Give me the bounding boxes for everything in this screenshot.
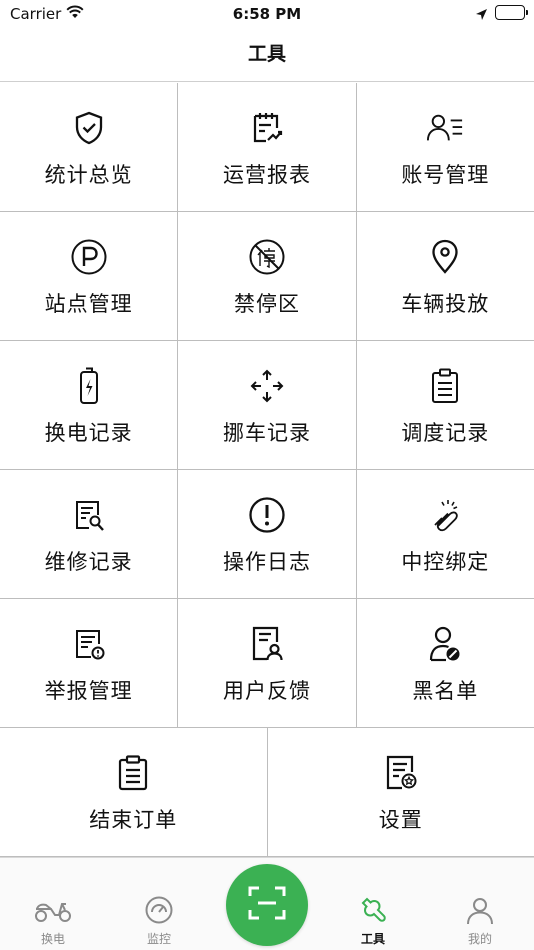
- tool-battery-swap-records[interactable]: 换电记录: [0, 341, 179, 469]
- tool-label: 设置: [378, 808, 423, 832]
- clipboard-icon: [426, 367, 464, 405]
- scan-button[interactable]: [226, 864, 308, 946]
- tool-label: 结束订单: [89, 808, 178, 832]
- blocked-user-icon: [426, 625, 464, 663]
- tool-label: 站点管理: [44, 292, 133, 316]
- move-arrows-icon: [248, 367, 286, 405]
- tool-label: 调度记录: [401, 421, 490, 445]
- tab-label: 换电: [40, 932, 65, 946]
- repair-document-icon: [70, 496, 108, 534]
- tool-vehicle-deployment[interactable]: 车辆投放: [357, 212, 534, 340]
- tab-label: 工具: [360, 932, 385, 946]
- tool-controller-binding[interactable]: 中控绑定: [357, 470, 534, 598]
- tool-operation-log[interactable]: 操作日志: [178, 470, 357, 598]
- tool-label: 维修记录: [44, 550, 133, 574]
- feedback-user-icon: [248, 625, 286, 663]
- location-pin-icon: [426, 238, 464, 276]
- tool-repair-records[interactable]: 维修记录: [0, 470, 179, 598]
- no-parking-icon: [248, 238, 286, 276]
- settings-document-icon: [382, 754, 420, 792]
- battery-icon: [495, 5, 528, 20]
- tool-label: 统计总览: [44, 163, 133, 187]
- gauge-icon: [144, 894, 174, 926]
- link-bind-icon: [426, 496, 464, 534]
- tool-operations-report[interactable]: 运营报表: [178, 83, 357, 211]
- location-arrow-icon: [475, 6, 488, 25]
- tool-move-vehicle-records[interactable]: 挪车记录: [178, 341, 357, 469]
- tool-statistics-overview[interactable]: 统计总览: [0, 83, 179, 211]
- page-title: 工具: [0, 28, 534, 82]
- tool-label: 操作日志: [222, 550, 311, 574]
- tool-report-management[interactable]: 举报管理: [0, 599, 179, 727]
- tab-tools[interactable]: 工具: [320, 858, 426, 950]
- tool-blacklist[interactable]: 黑名单: [357, 599, 534, 727]
- tool-label: 禁停区: [233, 292, 300, 316]
- tool-grid: 统计总览 运营报表 账号管理 站点管理 禁停区 车辆投放 换电记录 挪车记录 调…: [0, 83, 534, 857]
- tool-no-parking-zone[interactable]: 禁停区: [178, 212, 357, 340]
- tool-label: 挪车记录: [222, 421, 311, 445]
- tool-label: 运营报表: [222, 163, 311, 187]
- person-icon: [465, 894, 495, 926]
- tab-label: 我的: [467, 932, 492, 946]
- battery-charge-icon: [70, 367, 108, 405]
- exclamation-circle-icon: [248, 496, 286, 534]
- tool-label: 黑名单: [412, 679, 479, 703]
- tool-label: 举报管理: [44, 679, 133, 703]
- status-bar: Carrier 6:58 PM: [0, 0, 534, 28]
- tab-mine[interactable]: 我的: [427, 858, 533, 950]
- wrench-icon: [358, 894, 388, 926]
- tool-user-feedback[interactable]: 用户反馈: [178, 599, 357, 727]
- tool-label: 账号管理: [401, 163, 490, 187]
- tool-account-management[interactable]: 账号管理: [357, 83, 534, 211]
- scooter-icon: [33, 894, 73, 926]
- account-list-icon: [426, 109, 464, 147]
- tab-monitor[interactable]: 监控: [106, 858, 212, 950]
- clock: 6:58 PM: [232, 5, 302, 23]
- end-order-clipboard-icon: [114, 754, 152, 792]
- parking-icon: [70, 238, 108, 276]
- tool-label: 换电记录: [44, 421, 133, 445]
- scan-icon: [247, 885, 287, 925]
- tool-label: 车辆投放: [401, 292, 490, 316]
- tool-settings[interactable]: 设置: [268, 728, 534, 856]
- tool-station-management[interactable]: 站点管理: [0, 212, 179, 340]
- tab-label: 监控: [146, 932, 171, 946]
- tool-end-order[interactable]: 结束订单: [0, 728, 268, 856]
- tool-dispatch-records[interactable]: 调度记录: [357, 341, 534, 469]
- tool-label: 用户反馈: [222, 679, 311, 703]
- report-chart-icon: [248, 109, 286, 147]
- tab-battery-swap[interactable]: 换电: [0, 858, 106, 950]
- tool-label: 中控绑定: [401, 550, 490, 574]
- shield-check-icon: [70, 109, 108, 147]
- report-warning-icon: [70, 625, 108, 663]
